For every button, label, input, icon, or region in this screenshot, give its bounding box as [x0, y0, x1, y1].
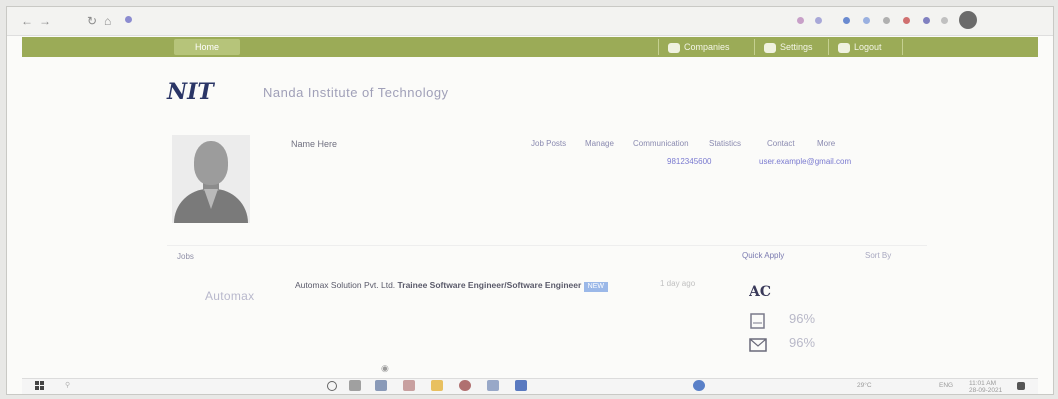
clock[interactable]: 11:01 AM 28-09-2021	[969, 380, 1002, 394]
tab-communication[interactable]: Communication	[633, 139, 689, 148]
email-value[interactable]: user.example@gmail.com	[759, 157, 851, 166]
institute-name: Nanda Institute of Technology	[263, 85, 449, 100]
windows-start-icon[interactable]	[35, 381, 45, 391]
site-header: Home Companies Settings Logout	[22, 37, 1038, 57]
profile-avatar-icon[interactable]	[959, 11, 977, 29]
extension-icon[interactable]	[941, 17, 948, 24]
power-icon	[838, 42, 850, 53]
section-divider	[167, 245, 927, 246]
phone-number: 9812345600	[667, 157, 712, 166]
task-view-icon[interactable]	[349, 380, 361, 391]
tab-contact[interactable]: Contact	[767, 139, 795, 148]
company-name[interactable]: Automax Solution Pvt. Ltd.	[295, 280, 395, 290]
role-title[interactable]: Trainee Software Engineer/Software Engin…	[398, 280, 582, 290]
extension-icon[interactable]	[923, 17, 930, 24]
app-icon[interactable]	[403, 380, 415, 391]
weather-text[interactable]: 29°C	[857, 382, 872, 389]
stat-value: 96%	[789, 311, 816, 326]
posted-date: 1 day ago	[660, 279, 696, 288]
reload-icon[interactable]: ↻	[87, 14, 97, 28]
gear-icon	[764, 42, 776, 53]
document-icon	[750, 313, 765, 329]
extension-icon[interactable]	[815, 17, 822, 24]
tab-more[interactable]: More	[817, 139, 835, 148]
extension-icon[interactable]	[797, 17, 804, 24]
company-ac-icon: AC	[749, 284, 771, 299]
divider	[754, 39, 755, 55]
divider	[902, 39, 903, 55]
notification-icon[interactable]	[1017, 382, 1025, 390]
app-icon[interactable]	[375, 380, 387, 391]
divider	[828, 39, 829, 55]
avatar-head	[194, 141, 228, 185]
app-icon[interactable]	[515, 380, 527, 391]
extension-icon[interactable]	[883, 17, 890, 24]
phone-value: 9812345600	[667, 157, 712, 166]
browser-window: ← → ↻ ⌂ Home Companies Settings Logout N…	[6, 6, 1054, 395]
help-icon[interactable]	[693, 380, 705, 391]
home-browser-icon[interactable]: ⌂	[104, 14, 111, 28]
search-icon: ⚲	[65, 382, 71, 389]
divider	[658, 39, 659, 55]
taskbar-search-input[interactable]: ⚲	[65, 381, 70, 389]
sort-dropdown[interactable]: Sort By	[865, 251, 891, 260]
extension-icon[interactable]	[843, 17, 850, 24]
companies-link[interactable]: Companies	[668, 40, 730, 54]
chrome-icon[interactable]	[459, 380, 471, 391]
logout-label: Logout	[854, 42, 882, 52]
institute-logo[interactable]: NIT	[167, 79, 214, 105]
language-indicator[interactable]: ENG	[939, 382, 953, 389]
app-icon[interactable]	[487, 380, 499, 391]
svg-text:AC: AC	[749, 284, 771, 299]
tab-job-posts[interactable]: Job Posts	[531, 139, 566, 148]
profile-name: Name Here	[291, 139, 338, 149]
new-badge: NEW	[583, 282, 609, 292]
browser-toolbar: ← → ↻ ⌂	[7, 7, 1053, 36]
os-taskbar	[22, 378, 1038, 394]
time: 11:01 AM	[969, 380, 996, 387]
extension-icon[interactable]	[863, 17, 870, 24]
date: 28-09-2021	[969, 387, 1003, 394]
settings-link[interactable]: Settings	[764, 40, 813, 54]
email-address: user.example@gmail.com	[759, 157, 851, 166]
folder-icon[interactable]	[431, 380, 443, 391]
logout-link[interactable]: Logout	[838, 40, 882, 54]
forward-icon[interactable]: →	[39, 14, 51, 28]
avatar[interactable]	[172, 135, 250, 223]
side-vertical-tab[interactable]	[1035, 55, 1047, 165]
companies-label: Companies	[684, 42, 730, 52]
building-icon	[668, 42, 680, 53]
tab-statistics[interactable]: Statistics	[709, 139, 741, 148]
company-logo[interactable]: Automax	[205, 289, 254, 303]
quick-apply-link[interactable]: Quick Apply	[742, 251, 784, 260]
extension-icon[interactable]	[903, 17, 910, 24]
settings-label: Settings	[780, 42, 813, 52]
jobs-section-label: Jobs	[177, 252, 194, 261]
back-icon[interactable]: ←	[21, 14, 33, 28]
home-button[interactable]: Home	[174, 39, 240, 55]
tab-manage[interactable]: Manage	[585, 139, 614, 148]
job-title[interactable]: Automax Solution Pvt. Ltd. Trainee Softw…	[295, 279, 615, 292]
lock-icon	[125, 16, 132, 23]
cortana-icon[interactable]	[327, 381, 337, 391]
mail-icon	[749, 338, 767, 352]
stat-value: 96%	[789, 335, 816, 350]
job-actions: ◉	[295, 363, 389, 374]
eye-icon[interactable]: ◉	[381, 363, 389, 373]
